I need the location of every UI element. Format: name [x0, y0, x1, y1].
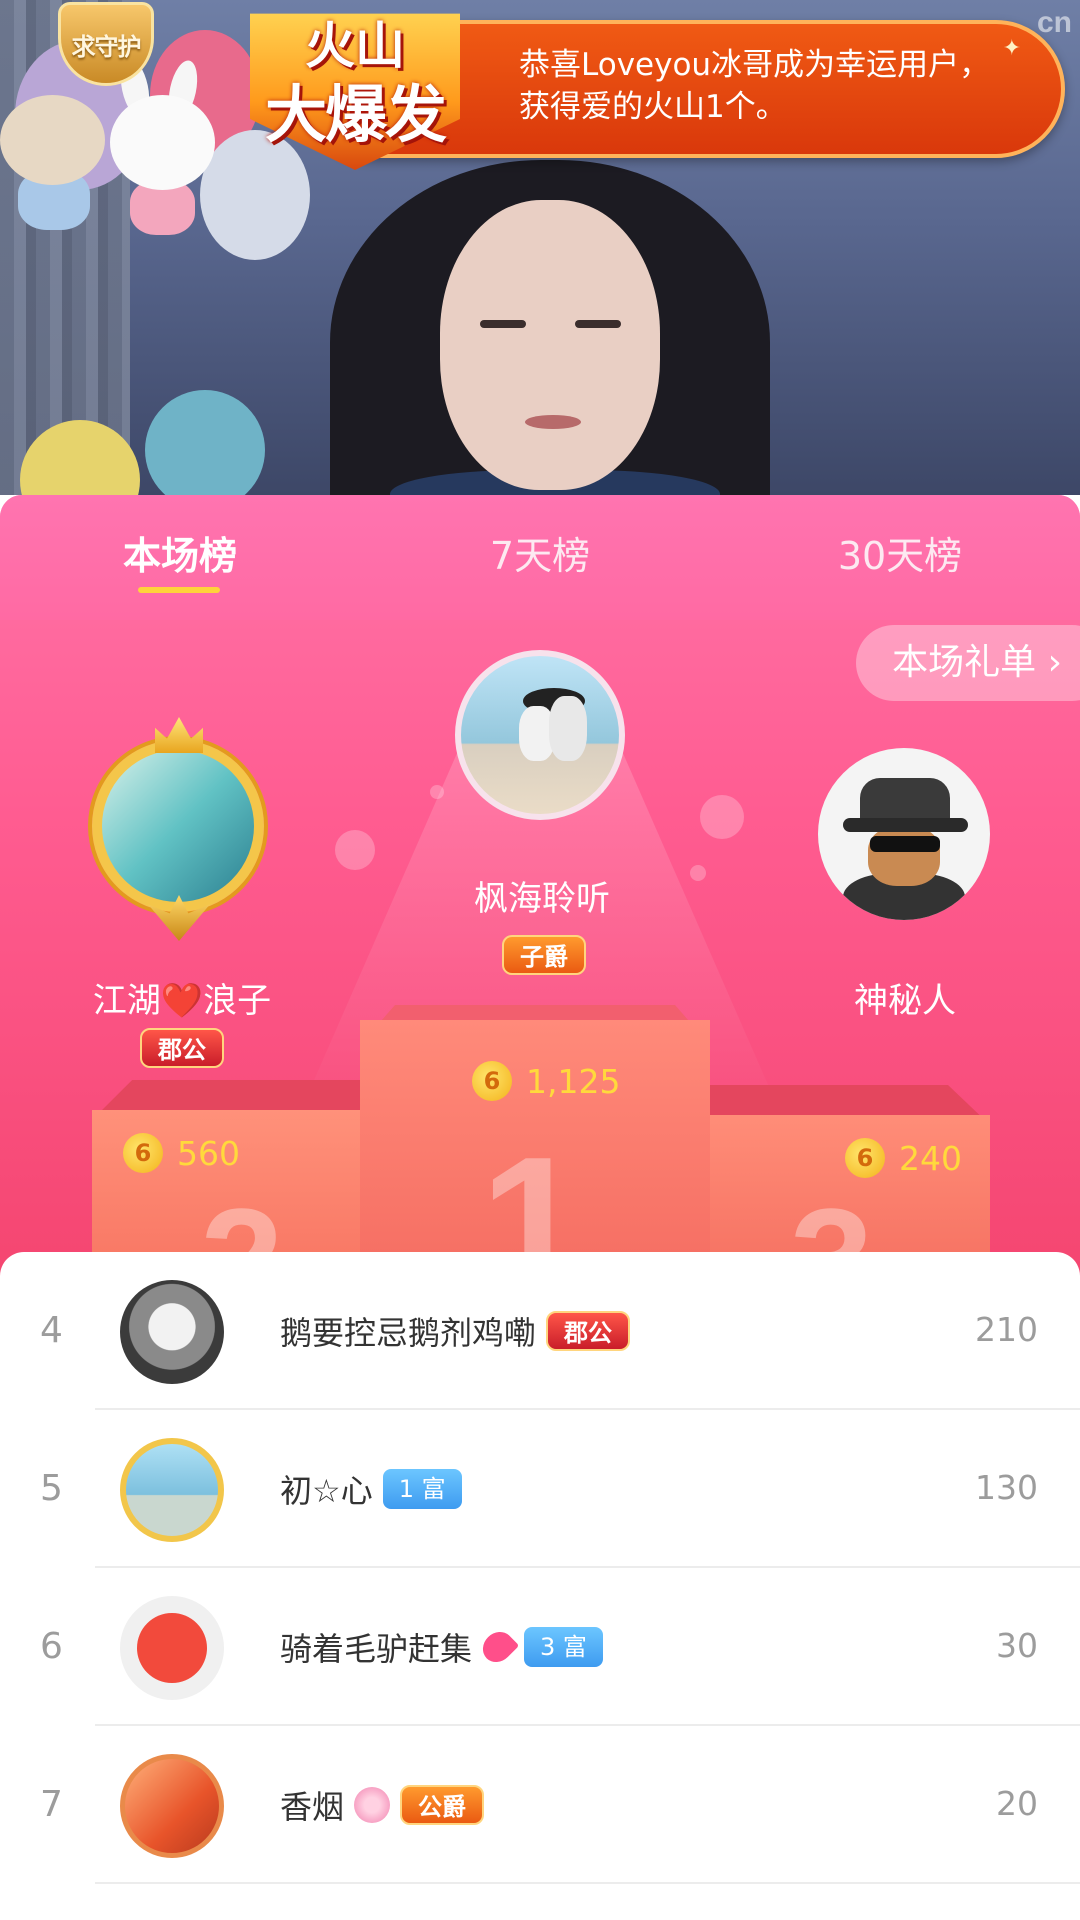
decor-dot: [335, 830, 375, 870]
gift-list-button[interactable]: 本场礼单 ›: [856, 625, 1080, 701]
spy-icon-part: [843, 818, 968, 832]
user-score: 130: [975, 1468, 1038, 1507]
user-name-group: 骑着毛驴赶集 3 富: [280, 1624, 603, 1670]
divider: [95, 1882, 1080, 1884]
crown-icon: [155, 717, 203, 753]
ranking-panel: 本场榜 7天榜 30天榜 本场礼单 › 1 2 3 江湖❤️浪子 郡公 枫海聆听…: [0, 495, 1080, 1295]
list-item[interactable]: 4 鹅要控忌鹅剂鸡嘞 郡公 210: [0, 1252, 1080, 1410]
spy-icon-part: [870, 836, 940, 852]
user-score: 30: [996, 1626, 1038, 1665]
decor-dot: [690, 865, 706, 881]
rank-number: 5: [40, 1468, 63, 1509]
rank-number: 6: [40, 1626, 63, 1667]
user-name: 鹅要控忌鹅剂鸡嘞: [280, 1314, 537, 1352]
streamer-face: [440, 200, 660, 490]
wink-face-icon: [137, 1613, 207, 1683]
rank-2-name: 江湖❤️浪子: [92, 981, 272, 1021]
spy-icon-part: [868, 826, 940, 886]
rank-2-score: 6 560: [123, 1133, 240, 1173]
mouth: [525, 415, 581, 429]
sparkle-icon: ✦: [1002, 36, 1021, 61]
user-score: 210: [975, 1310, 1038, 1349]
eye: [480, 320, 526, 328]
rank-2-avatar[interactable]: [92, 740, 264, 912]
active-tab-indicator: [138, 587, 220, 593]
user-score: 20: [996, 1784, 1038, 1823]
bunny-toy: [110, 95, 215, 190]
score-value: 560: [177, 1133, 240, 1173]
title-badge: 公爵: [400, 1785, 485, 1825]
tab-7-days[interactable]: 7天榜: [410, 525, 670, 580]
decor-dot: [430, 785, 444, 799]
coin-icon: 6: [123, 1133, 163, 1173]
title-badge: 郡公: [546, 1311, 631, 1351]
rank-2-title-badge: 郡公: [140, 1028, 224, 1068]
user-avatar[interactable]: [120, 1596, 224, 1700]
score-value: 240: [899, 1138, 962, 1178]
bear-toy: [0, 95, 105, 185]
coin-icon: 6: [845, 1138, 885, 1178]
rank-3-name: 神秘人: [854, 981, 956, 1021]
list-item[interactable]: 7 香烟 公爵 20: [0, 1726, 1080, 1884]
guard-badge-label: 求守护: [71, 32, 142, 61]
coin-icon: 6: [472, 1061, 512, 1101]
balloon: [145, 390, 265, 495]
streamer: [270, 150, 830, 495]
list-item[interactable]: 5 初☆心 1 富 130: [0, 1410, 1080, 1568]
user-name-group: 香烟 公爵: [280, 1782, 485, 1828]
user-name: 香烟: [280, 1788, 345, 1826]
user-avatar[interactable]: [120, 1754, 224, 1858]
user-name: 初☆心: [280, 1472, 373, 1510]
wealth-level-badge: 3 富: [524, 1627, 603, 1667]
cherry-blossom-icon: [354, 1787, 391, 1823]
rank-number: 4: [40, 1310, 63, 1351]
rank-3-avatar[interactable]: [818, 748, 990, 920]
watermark: cn: [1036, 6, 1072, 39]
rank-number: 7: [40, 1784, 63, 1825]
user-name: 骑着毛驴赶集: [280, 1630, 473, 1668]
rank-1-title-badge: 子爵: [502, 935, 586, 975]
ranking-list[interactable]: 4 鹅要控忌鹅剂鸡嘞 郡公 210 5 初☆心 1 富 130 6 骑着毛驴赶集…: [0, 1252, 1080, 1920]
rank-1-name: 枫海聆听: [474, 879, 610, 919]
rank-1-avatar[interactable]: [455, 650, 625, 820]
logo-line: 大爆发: [264, 78, 447, 151]
tab-30-days[interactable]: 30天榜: [770, 525, 1030, 580]
volcano-logo: 火山 大爆发: [230, 0, 480, 170]
ranking-tabs: 本场榜 7天榜 30天榜: [0, 495, 1080, 620]
avatar-photo-detail: [549, 696, 587, 761]
decor-dot: [700, 795, 744, 839]
score-value: 1,125: [526, 1061, 621, 1101]
user-avatar[interactable]: [120, 1280, 224, 1384]
user-avatar[interactable]: [120, 1438, 224, 1542]
rank-3-score: 6 240: [845, 1138, 962, 1178]
banner-message: 恭喜Loveyou冰哥成为幸运用户，获得爱的火山1个。: [519, 47, 991, 125]
eye: [575, 320, 621, 328]
list-item[interactable]: 6 骑着毛驴赶集 3 富 30: [0, 1568, 1080, 1726]
wealth-level-badge: 1 富: [382, 1469, 462, 1509]
user-name-group: 初☆心 1 富: [280, 1466, 462, 1512]
rank-1-score: 6 1,125: [472, 1061, 620, 1101]
user-name-group: 鹅要控忌鹅剂鸡嘞 郡公: [280, 1308, 631, 1354]
tab-current-session[interactable]: 本场榜: [50, 525, 310, 580]
heart-arrow-icon: [476, 1625, 520, 1669]
